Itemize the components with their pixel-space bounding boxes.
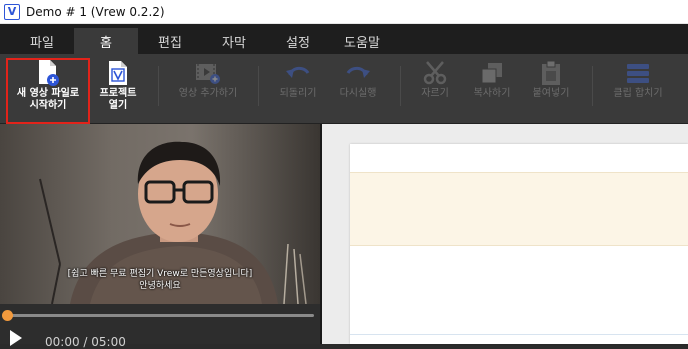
redo-icon	[344, 58, 372, 88]
new-video-project-label: 새 영상 파일로 시작하기	[16, 88, 80, 111]
merge-clips-button[interactable]: 클립 합치기	[596, 58, 680, 100]
menu-bar: 파일 홈 편집 자막 설정 도움말	[0, 24, 688, 54]
tab-home[interactable]: 홈	[74, 28, 138, 54]
toolbar-separator	[592, 66, 593, 106]
toolbar-separator	[258, 66, 259, 106]
clip-divider	[350, 334, 688, 335]
undo-button[interactable]: 되돌리기	[268, 58, 328, 100]
tab-settings[interactable]: 설정	[266, 28, 330, 54]
editor-document[interactable]	[350, 144, 688, 344]
copy-button[interactable]: 복사하기	[462, 58, 522, 100]
window-title: Demo # 1 (Vrew 0.2.2)	[26, 4, 165, 19]
copy-label: 복사하기	[473, 88, 511, 99]
redo-label: 다시실행	[339, 88, 377, 99]
cut-button[interactable]: 자르기	[406, 58, 464, 100]
new-video-project-button[interactable]: 새 영상 파일로 시작하기	[12, 58, 84, 112]
add-video-icon	[194, 58, 222, 88]
new-file-icon	[36, 58, 60, 88]
toolbar-separator	[158, 66, 159, 106]
open-project-label: 프로젝트 열기	[99, 88, 137, 111]
cut-label: 자르기	[421, 88, 449, 99]
vrew-logo-icon: V	[4, 3, 20, 20]
undo-icon	[284, 58, 312, 88]
home-toolbar: 새 영상 파일로 시작하기 프로젝트 열기 영상 추가하기 되돌리기 다시실행 …	[0, 54, 688, 124]
clipboard-icon	[540, 58, 562, 88]
undo-label: 되돌리기	[279, 88, 317, 99]
tab-edit[interactable]: 편집	[138, 28, 202, 54]
add-video-label: 영상 추가하기	[178, 88, 238, 99]
playback-time: 00:00 / 05:00	[45, 335, 126, 349]
selected-clip-row[interactable]	[350, 172, 688, 246]
merge-clips-icon	[624, 58, 652, 88]
title-bar: V Demo # 1 (Vrew 0.2.2)	[0, 0, 688, 24]
playback-progress-bar[interactable]	[6, 314, 314, 317]
open-project-button[interactable]: 프로젝트 열기	[90, 58, 146, 112]
toolbar-separator	[400, 66, 401, 106]
add-video-button[interactable]: 영상 추가하기	[168, 58, 248, 100]
merge-clips-label: 클립 합치기	[613, 88, 663, 99]
tab-subtitle[interactable]: 자막	[202, 28, 266, 54]
playback-progress-knob[interactable]	[2, 310, 13, 321]
tab-help[interactable]: 도움말	[330, 28, 394, 54]
video-frame[interactable]: [쉽고 빠른 무료 편집기 Vrew로 만든영상입니다] 안녕하세요	[0, 124, 320, 304]
tab-file[interactable]: 파일	[10, 28, 74, 54]
scissors-icon	[422, 58, 448, 88]
paste-button[interactable]: 붙여넣기	[522, 58, 580, 100]
video-preview-panel: [쉽고 빠른 무료 편집기 Vrew로 만든영상입니다] 안녕하세요 00:00…	[0, 124, 320, 349]
redo-button[interactable]: 다시실행	[328, 58, 388, 100]
subtitle-line-2: 안녕하세요	[139, 281, 181, 291]
open-project-icon	[107, 58, 129, 88]
paste-label: 붙여넣기	[532, 88, 570, 99]
copy-icon	[480, 58, 504, 88]
subtitle-editor-panel	[322, 124, 688, 344]
